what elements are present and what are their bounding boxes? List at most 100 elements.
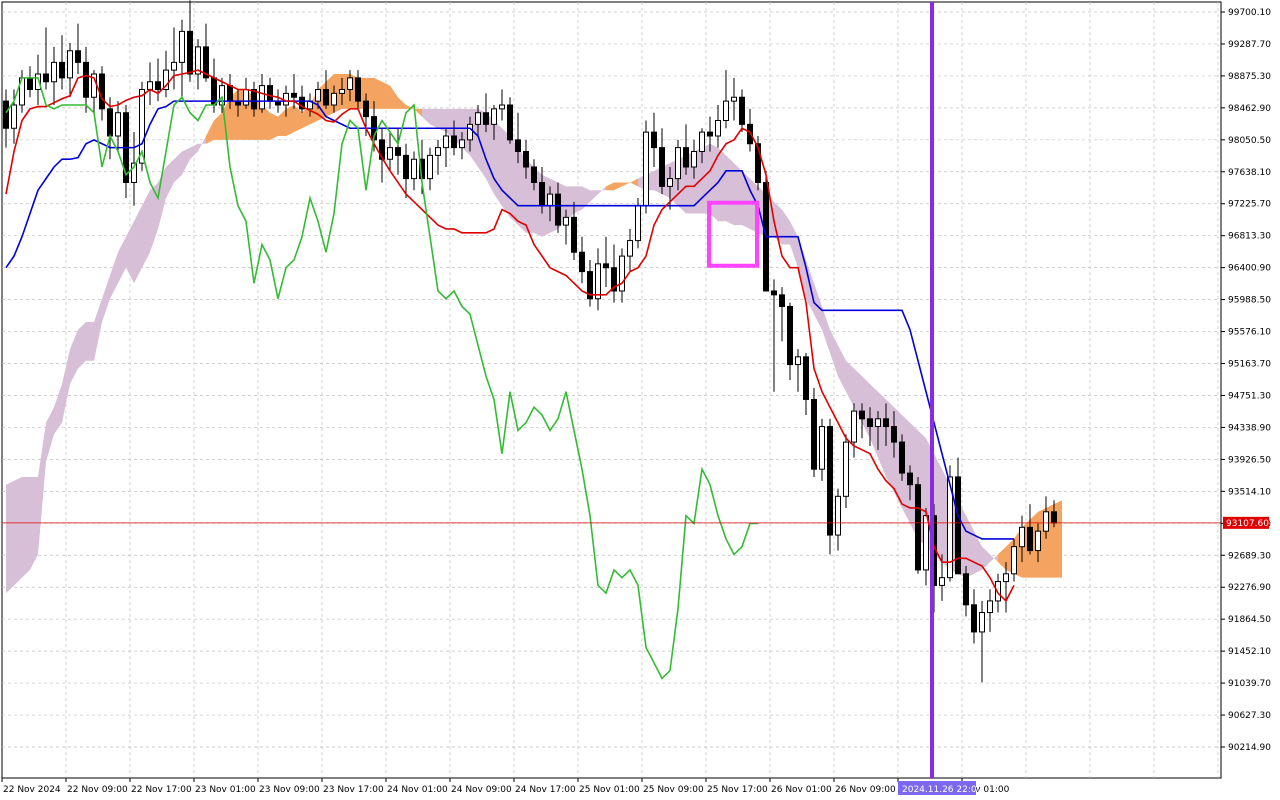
candle — [259, 85, 265, 110]
candle — [499, 104, 505, 110]
candle — [171, 61, 177, 71]
time-axis[interactable]: 22 Nov 2024 22 Nov 09:00 22 Nov 17:00 23 No… — [1, 778, 1010, 795]
candle — [83, 61, 89, 98]
candle — [179, 30, 185, 63]
candle — [539, 181, 545, 207]
price-tick-label: 91864.50 — [1228, 615, 1271, 625]
kumo-segment-bear — [710, 143, 718, 222]
price-tick-label: 94751.30 — [1228, 391, 1271, 401]
time-tick-label: 24 Nov 01:00 — [387, 785, 448, 795]
kumo-segment-bear — [494, 120, 502, 206]
candle — [923, 515, 929, 571]
candle — [1019, 526, 1025, 548]
kumo-segment-bear — [726, 155, 734, 226]
candle — [387, 147, 393, 160]
candle — [491, 108, 497, 125]
candle — [875, 418, 881, 428]
candle — [987, 600, 993, 614]
candle — [395, 147, 401, 156]
candle — [963, 573, 969, 606]
candle — [291, 92, 297, 98]
candle — [899, 441, 905, 474]
candle — [779, 294, 785, 307]
candle — [523, 150, 529, 168]
candle — [147, 81, 153, 90]
kumo-segment-bull — [286, 104, 294, 136]
price-tick-label: 96813.30 — [1228, 232, 1271, 242]
candle — [699, 131, 705, 152]
time-tick-label: 24 Nov 17:00 — [515, 785, 576, 795]
candle — [531, 166, 537, 183]
candle — [819, 426, 825, 470]
candle — [27, 77, 33, 90]
candle — [459, 139, 465, 149]
candle — [107, 108, 113, 137]
time-tick-label: 22 Nov 2024 — [3, 785, 61, 795]
time-tick-label: 25 Nov 17:00 — [707, 785, 768, 795]
price-tick-label: 92689.30 — [1228, 551, 1271, 561]
price-tick-label: 91039.70 — [1228, 679, 1271, 689]
candle — [115, 112, 121, 137]
time-tick-label: 24 Nov 09:00 — [451, 785, 512, 795]
candle — [467, 123, 473, 141]
candle — [51, 61, 57, 83]
candle — [443, 135, 449, 149]
candle — [835, 495, 841, 536]
candle — [555, 193, 561, 226]
candle — [979, 612, 985, 633]
time-tick-label: 23 Nov 01:00 — [195, 785, 256, 795]
candle — [1011, 546, 1017, 575]
time-marker-tag-label: 2024.11.26 22:00 — [902, 785, 983, 795]
kumo-segment-bear — [86, 321, 94, 361]
candle — [667, 178, 673, 187]
candle — [363, 100, 369, 118]
candle — [451, 135, 457, 149]
candle — [1035, 530, 1041, 552]
candle — [915, 484, 921, 571]
candle — [483, 112, 489, 125]
time-tick-label: 26 Nov 09:00 — [835, 785, 896, 795]
candle — [1027, 526, 1033, 552]
candle — [803, 356, 809, 400]
candle — [1043, 511, 1049, 532]
candle — [43, 73, 49, 83]
candle — [691, 150, 697, 168]
kumo-segment-bear — [502, 128, 510, 218]
price-tick-label: 90627.30 — [1228, 711, 1271, 721]
current-price-tag-label: 93107.60 — [1226, 519, 1269, 529]
candle — [267, 85, 273, 102]
candle — [283, 92, 289, 106]
ichimoku-chart[interactable]: 99700.10 99287.70 98875.30 98462.90 98050.50… — [0, 0, 1280, 800]
candle — [787, 305, 793, 366]
candle — [475, 112, 481, 125]
candle — [507, 104, 513, 141]
candle — [707, 131, 713, 137]
time-tick-label: 26 Nov 01:00 — [771, 785, 832, 795]
candle — [3, 100, 9, 129]
candle — [11, 104, 17, 129]
kumo-segment-bear — [22, 476, 30, 578]
candle — [843, 441, 849, 497]
candle — [403, 154, 409, 180]
candle — [99, 73, 105, 110]
candle — [323, 88, 329, 106]
candle — [515, 139, 521, 152]
price-axis[interactable]: 99700.10 99287.70 98875.30 98462.90 98050.50… — [1220, 2, 1271, 778]
candle — [595, 263, 601, 300]
candle — [675, 147, 681, 180]
candle — [155, 81, 161, 90]
candle — [1051, 511, 1057, 524]
kumo-segment-bear — [734, 163, 742, 226]
price-tick-label: 95988.50 — [1228, 296, 1271, 306]
candle — [723, 100, 729, 121]
kumo-segment-bear — [30, 476, 38, 570]
candle — [571, 216, 577, 253]
time-tick-label: 22 Nov 09:00 — [67, 785, 128, 795]
candle — [659, 147, 665, 187]
candle — [427, 154, 433, 180]
kumo-segment-bear — [718, 147, 726, 222]
candle — [643, 131, 649, 207]
price-tick-label: 93926.50 — [1228, 455, 1271, 465]
candle — [859, 410, 865, 420]
candle — [355, 77, 361, 102]
